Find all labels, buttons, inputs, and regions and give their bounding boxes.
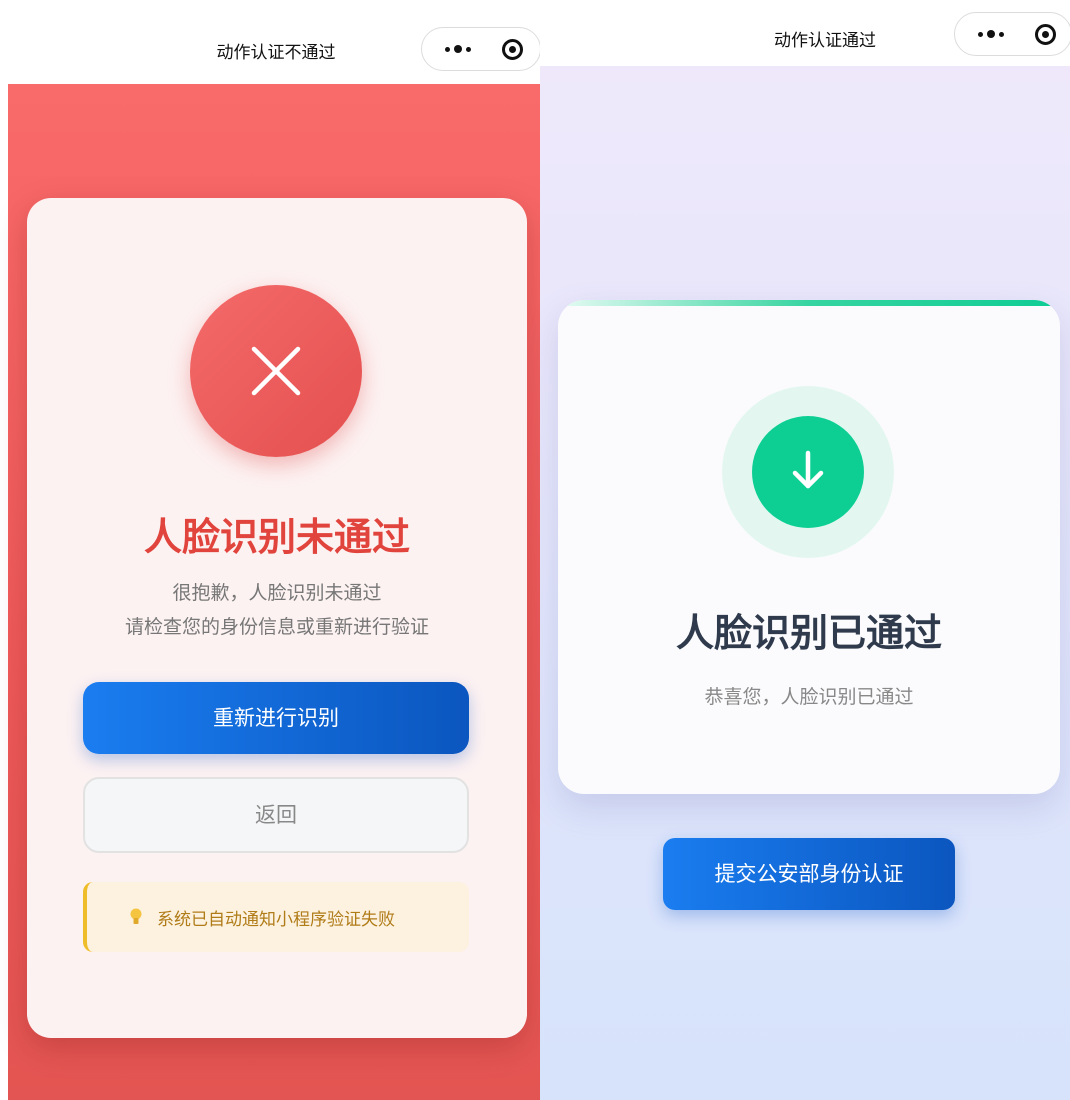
nav-title: 动作认证通过 [774, 31, 876, 51]
arrow-down-icon [752, 416, 864, 528]
submit-verification-button[interactable]: 提交公安部身份认证 [663, 838, 955, 910]
notice-text: 系统已自动通知小程序验证失败 [157, 910, 395, 930]
more-icon[interactable] [973, 24, 1013, 44]
nav-bar: 动作认证不通过 [0, 0, 541, 84]
lightbulb-icon [130, 908, 142, 924]
result-message-line2: 请检查您的身份信息或重新进行验证 [124, 616, 429, 638]
target-icon[interactable] [502, 39, 523, 60]
back-button[interactable]: 返回 [83, 777, 469, 853]
passed-screen: 动作认证通过 人脸识别已通过 恭喜您，人脸识别已通过 提交公安部身份认证 [540, 0, 1070, 1100]
result-title: 人脸识别已通过 [675, 611, 942, 655]
card-accent-bar [558, 300, 1060, 306]
more-icon[interactable] [440, 39, 480, 59]
result-card: 人脸识别已通过 恭喜您，人脸识别已通过 [558, 300, 1060, 794]
nav-title: 动作认证不通过 [216, 43, 336, 63]
retry-button[interactable]: 重新进行识别 [83, 682, 469, 754]
result-title: 人脸识别未通过 [143, 515, 410, 559]
mini-program-capsule [421, 27, 541, 71]
failed-screen: 动作认证不通过 人脸识别未通过 很抱歉，人脸识别未通过 请检查您的身份信息或重新… [0, 0, 541, 1100]
mini-program-capsule [954, 12, 1070, 56]
close-icon [190, 285, 362, 457]
target-icon[interactable] [1035, 24, 1056, 45]
result-message: 恭喜您，人脸识别已通过 [704, 686, 914, 708]
result-card: 人脸识别未通过 很抱歉，人脸识别未通过 请检查您的身份信息或重新进行验证 重新进… [27, 198, 527, 1038]
notice-banner: 系统已自动通知小程序验证失败 [83, 882, 469, 952]
result-message-line1: 很抱歉，人脸识别未通过 [172, 582, 382, 604]
